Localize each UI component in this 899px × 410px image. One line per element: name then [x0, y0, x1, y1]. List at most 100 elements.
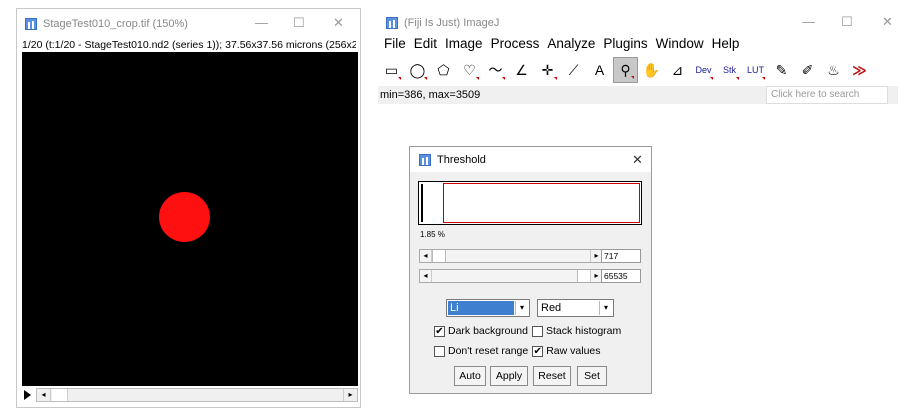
- max-slider-thumb[interactable]: [577, 270, 591, 282]
- stk-tool-glyph: Stk: [722, 65, 736, 75]
- tool-dropdown-indicator: [554, 77, 557, 80]
- max-threshold-slider[interactable]: ◂ ▸: [419, 269, 603, 283]
- wand-icon[interactable]: ⟋: [561, 57, 586, 83]
- play-animation-icon[interactable]: [24, 390, 31, 400]
- image-canvas[interactable]: [22, 52, 358, 386]
- slider-left-icon[interactable]: ◂: [420, 250, 432, 262]
- chevron-down-icon: ▾: [515, 301, 528, 315]
- tool-dropdown-indicator: [398, 77, 401, 80]
- image-window: StageTest010_crop.tif (150%) — ☐ ✕ 1/20 …: [16, 8, 361, 408]
- min-slider-thumb[interactable]: [432, 250, 446, 262]
- minimize-icon[interactable]: —: [255, 15, 268, 30]
- tool-dropdown-indicator: [424, 77, 427, 80]
- pencil-tool-glyph: ✎: [775, 61, 788, 78]
- freehand-icon[interactable]: ♡: [457, 57, 482, 83]
- method-value: Li: [448, 301, 514, 315]
- point-icon[interactable]: ✛: [535, 57, 560, 83]
- hand-icon[interactable]: ✋: [639, 57, 664, 83]
- imagej-window-title: (Fiji Is Just) ImageJ: [404, 17, 500, 29]
- image-window-title: StageTest010_crop.tif (150%): [43, 18, 188, 30]
- magnifier-tool-glyph: ⚲: [620, 61, 631, 78]
- dont-reset-range-checkbox[interactable]: [434, 345, 445, 357]
- point-tool-glyph: ✛: [541, 61, 554, 78]
- tool-dropdown-indicator: [762, 77, 765, 80]
- oval-icon[interactable]: ◯: [405, 57, 430, 83]
- threshold-title: Threshold: [437, 153, 486, 166]
- maximize-icon[interactable]: ☐: [841, 14, 853, 30]
- display-select[interactable]: Red ▾: [537, 299, 614, 317]
- imagej-app-icon: [386, 17, 398, 29]
- dev-icon[interactable]: Dev: [691, 57, 716, 83]
- stack-histogram-label: Stack histogram: [545, 325, 622, 337]
- stk-icon[interactable]: Stk: [717, 57, 742, 83]
- image-window-titlebar[interactable]: StageTest010_crop.tif (150%) — ☐ ✕: [17, 9, 360, 39]
- close-icon[interactable]: ✕: [333, 15, 344, 31]
- status-text: min=386, max=3509: [380, 89, 481, 101]
- oval-tool-glyph: ◯: [409, 61, 426, 78]
- flood-fill-icon[interactable]: ♨: [821, 57, 846, 83]
- more-tools-icon[interactable]: ≫: [847, 57, 872, 83]
- menu-process[interactable]: Process: [491, 36, 540, 54]
- maximize-icon[interactable]: ☐: [293, 15, 305, 31]
- magnifier-icon[interactable]: ⚲: [613, 57, 638, 83]
- menu-edit[interactable]: Edit: [414, 36, 437, 54]
- brush-icon[interactable]: ✐: [795, 57, 820, 83]
- menu-help[interactable]: Help: [712, 36, 740, 54]
- line-tool-glyph: 〜: [488, 62, 503, 78]
- minimize-icon[interactable]: —: [802, 14, 815, 29]
- slider-left-icon[interactable]: ◂: [420, 270, 432, 282]
- menu-file[interactable]: File: [384, 36, 406, 54]
- menu-plugins[interactable]: Plugins: [603, 36, 647, 54]
- polygon-icon[interactable]: ⬠: [431, 57, 456, 83]
- status-bar: min=386, max=3509 Click here to search: [378, 86, 898, 104]
- thresholded-spot: [159, 192, 210, 242]
- angle-tool-glyph: ∠: [515, 61, 528, 78]
- max-threshold-field[interactable]: 65535: [601, 269, 641, 283]
- imagej-main-window: (Fiji Is Just) ImageJ — ☐ ✕ File Edit Im…: [376, 8, 899, 108]
- frame-scrollbar[interactable]: ◂ ▸: [36, 388, 358, 402]
- scroll-left-icon[interactable]: ◂: [37, 389, 51, 401]
- dark-background-checkbox[interactable]: ✔: [434, 325, 445, 337]
- search-input[interactable]: Click here to search: [766, 86, 888, 104]
- pencil-icon[interactable]: ✎: [769, 57, 794, 83]
- scroll-right-icon[interactable]: ▸: [343, 389, 357, 401]
- set-button[interactable]: Set: [577, 366, 607, 386]
- histogram-spike: [421, 184, 423, 222]
- min-threshold-slider[interactable]: ◂ ▸: [419, 249, 603, 263]
- close-icon[interactable]: ✕: [632, 152, 643, 168]
- checkbox-row-2: Don't reset range ✔ Raw values: [434, 345, 601, 357]
- rectangle-icon[interactable]: ▭: [379, 57, 404, 83]
- tool-dropdown-indicator: [710, 77, 713, 80]
- dev-tool-glyph: Dev: [695, 65, 712, 75]
- menu-bar: File Edit Image Process Analyze Plugins …: [376, 36, 739, 54]
- rectangle-tool-glyph: ▭: [384, 61, 399, 78]
- reset-button[interactable]: Reset: [533, 366, 571, 386]
- threshold-titlebar[interactable]: Threshold ✕: [410, 147, 651, 172]
- close-icon[interactable]: ✕: [882, 14, 893, 30]
- threshold-dialog: Threshold ✕ 1.85 % ◂ ▸ 717 ◂ ▸ 65535 Li …: [409, 146, 652, 394]
- menu-window[interactable]: Window: [656, 36, 704, 54]
- threshold-range-overlay: [443, 183, 640, 223]
- tool-bar: ▭ ◯ ⬠ ♡ 〜 ∠ ✛ ⟋ A ⚲ ✋ ⊿ Dev Stk LUT ✎ ✐ ♨ ≫: [379, 57, 873, 84]
- apply-button[interactable]: Apply: [490, 366, 528, 386]
- method-select[interactable]: Li ▾: [446, 299, 530, 317]
- hand-tool-glyph: ✋: [642, 61, 661, 78]
- menu-image[interactable]: Image: [445, 36, 483, 54]
- min-threshold-field[interactable]: 717: [601, 249, 641, 263]
- dropper-icon[interactable]: ⊿: [665, 57, 690, 83]
- line-icon[interactable]: 〜: [483, 57, 508, 83]
- threshold-histogram: [418, 181, 642, 225]
- stack-histogram-checkbox[interactable]: [531, 325, 543, 337]
- tool-dropdown-indicator: [476, 77, 479, 80]
- text-icon[interactable]: A: [587, 57, 612, 83]
- raw-values-checkbox[interactable]: ✔: [532, 345, 544, 357]
- dont-reset-range-label: Don't reset range: [448, 345, 529, 357]
- menu-analyze[interactable]: Analyze: [547, 36, 595, 54]
- image-info-subtitle: 1/20 (t:1/20 - StageTest010.nd2 (series …: [22, 39, 356, 51]
- frame-scroll-thumb[interactable]: [52, 389, 68, 401]
- lut-icon[interactable]: LUT: [743, 57, 768, 83]
- auto-button[interactable]: Auto: [454, 366, 486, 386]
- freehand-tool-glyph: ♡: [463, 61, 476, 78]
- angle-icon[interactable]: ∠: [509, 57, 534, 83]
- imagej-titlebar[interactable]: (Fiji Is Just) ImageJ — ☐ ✕: [376, 8, 899, 38]
